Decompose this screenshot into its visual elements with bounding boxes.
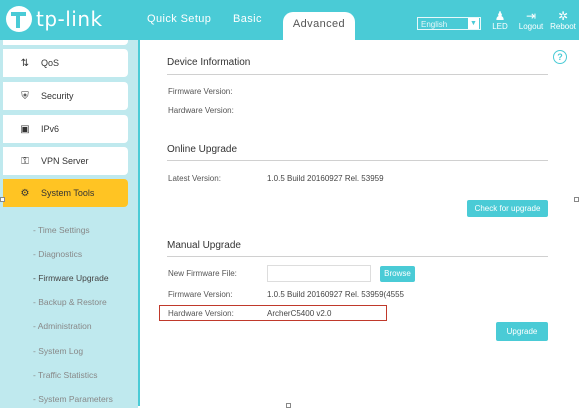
crop-handle — [286, 403, 291, 408]
logout-label: Logout — [518, 22, 544, 31]
tab-basic[interactable]: Basic — [233, 13, 262, 25]
device-info-title: Device Information — [167, 57, 251, 68]
sidebar-item-label: QoS — [41, 58, 60, 68]
gear-icon: ⚙ — [20, 187, 30, 199]
sidebar-item-qos[interactable]: ⇅ QoS — [3, 49, 128, 77]
manual-upgrade-title: Manual Upgrade — [167, 240, 241, 251]
tplink-logo: tp-link — [6, 6, 103, 32]
arrows-updown-icon: ⇅ — [20, 57, 30, 69]
logo-text: tp-link — [36, 7, 103, 31]
manual-firmware-version-value: 1.0.5 Build 20160927 Rel. 53959(4555 — [267, 290, 404, 299]
language-select[interactable]: English ▼ — [417, 17, 481, 30]
submenu-diagnostics[interactable]: - Diagnostics — [33, 249, 82, 259]
divider — [167, 256, 548, 257]
sidebar-item-vpn-server[interactable]: ⚿ VPN Server — [3, 147, 128, 175]
new-firmware-file-label: New Firmware File: — [168, 269, 237, 278]
latest-version-label: Latest Version: — [168, 174, 221, 183]
key-icon: ⚿ — [21, 155, 29, 167]
check-for-upgrade-button[interactable]: Check for upgrade — [467, 200, 548, 217]
online-upgrade-title: Online Upgrade — [167, 144, 238, 155]
submenu-firmware-upgrade[interactable]: - Firmware Upgrade — [33, 273, 109, 283]
manual-hardware-version-value: ArcherC5400 v2.0 — [267, 309, 332, 318]
tab-quick-setup[interactable]: Quick Setup — [147, 13, 211, 25]
submenu-system-log[interactable]: - System Log — [33, 346, 83, 356]
submenu-administration[interactable]: - Administration — [33, 321, 92, 331]
ipv6-icon: ▣ — [20, 123, 30, 135]
sidebar-item-label: Security — [41, 91, 74, 101]
browse-button[interactable]: Browse — [380, 266, 415, 282]
submenu-time-settings[interactable]: - Time Settings — [33, 225, 90, 235]
manual-hardware-version-label: Hardware Version: — [168, 309, 234, 318]
sidebar-item-system-tools[interactable]: ⚙ System Tools — [3, 179, 128, 207]
led-label: LED — [492, 22, 508, 31]
logout-icon: ⇥ — [525, 9, 537, 23]
firmware-version-label: Firmware Version: — [168, 87, 233, 96]
language-value: English — [421, 20, 448, 29]
sidebar-item-label: VPN Server — [41, 156, 89, 166]
led-button[interactable]: ♟ LED — [491, 10, 509, 31]
hardware-version-label: Hardware Version: — [168, 106, 234, 115]
crop-handle — [574, 197, 579, 202]
divider — [167, 74, 548, 75]
shield-icon: ⛨ — [21, 90, 29, 102]
sidebar-item-label: System Tools — [41, 188, 95, 198]
led-icon: ♟ — [494, 9, 506, 23]
submenu-backup-restore[interactable]: - Backup & Restore — [33, 297, 107, 307]
reboot-icon: ✲ — [557, 9, 569, 23]
sidebar-item-label: IPv6 — [41, 124, 60, 134]
help-icon[interactable]: ? — [553, 50, 567, 64]
submenu-traffic-statistics[interactable]: - Traffic Statistics — [33, 370, 98, 380]
latest-version-value: 1.0.5 Build 20160927 Rel. 53959 — [267, 174, 384, 183]
firmware-file-input[interactable] — [267, 265, 371, 282]
divider — [167, 160, 548, 161]
submenu-system-parameters[interactable]: - System Parameters — [33, 394, 113, 404]
sidebar-item-ipv6[interactable]: ▣ IPv6 — [3, 115, 128, 143]
tplink-logo-icon — [6, 6, 32, 32]
sidebar-item-security[interactable]: ⛨ Security — [3, 82, 128, 110]
sidebar-item-partial[interactable] — [3, 40, 128, 45]
chevron-down-icon: ▼ — [468, 18, 479, 29]
manual-firmware-version-label: Firmware Version: — [168, 290, 233, 299]
upgrade-button[interactable]: Upgrade — [496, 322, 548, 341]
tab-advanced[interactable]: Advanced — [283, 12, 355, 40]
reboot-button[interactable]: ✲ Reboot — [549, 10, 577, 31]
reboot-label: Reboot — [550, 22, 576, 31]
top-header: tp-link Quick Setup Basic Advanced Engli… — [0, 0, 579, 40]
crop-handle — [0, 197, 5, 202]
logout-button[interactable]: ⇥ Logout — [517, 10, 545, 31]
